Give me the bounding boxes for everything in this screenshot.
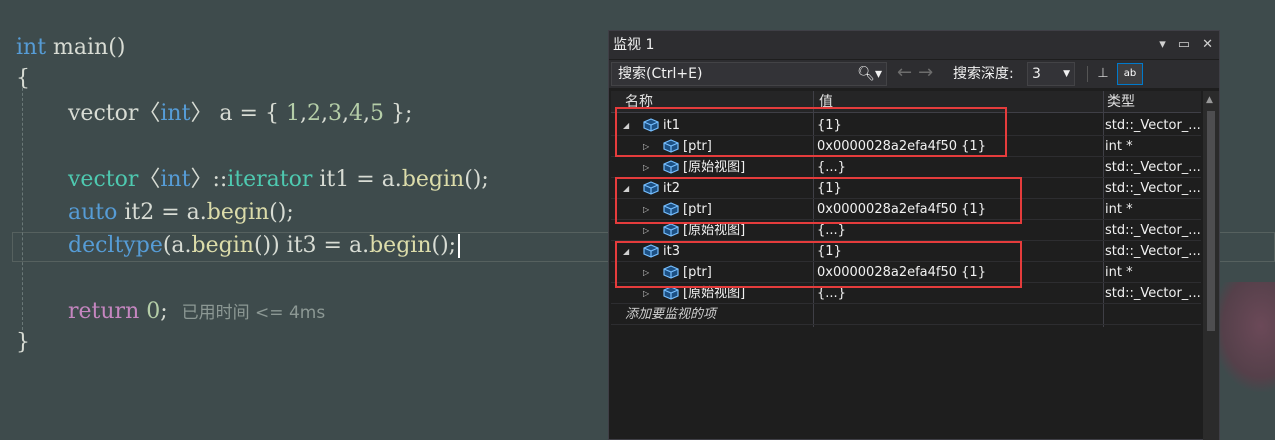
watch-row-type: std::_Vector_... [1105, 181, 1201, 196]
watch-row-type: int * [1105, 139, 1133, 154]
code-line-10[interactable]: } [16, 328, 30, 358]
highlight-box-it1 [615, 107, 1007, 157]
background-mascot-image [1212, 282, 1275, 392]
watch-window-title: 监视 1 [613, 37, 655, 53]
code-line-5[interactable]: vector〈int〉::iterator it1 = a.begin(); [68, 165, 489, 195]
code-line-6[interactable]: auto it2 = a.begin(); [68, 198, 294, 228]
expand-icon[interactable]: ▷ [643, 157, 649, 178]
indent-guide [22, 68, 23, 330]
watch-row-type: int * [1105, 202, 1133, 217]
object-icon [663, 160, 679, 174]
code-line-3[interactable]: vector〈int〉 a = { 1,2,3,4,5 }; [68, 99, 412, 129]
code-line-2[interactable]: { [16, 64, 30, 94]
search-previous-icon[interactable]: ← [897, 62, 918, 83]
search-navigation: ←→ [897, 62, 939, 86]
hexadecimal-display-icon[interactable]: ab [1117, 63, 1143, 85]
vertical-scrollbar[interactable]: ▲ [1203, 91, 1219, 440]
code-line-1[interactable]: int main() [16, 33, 125, 63]
search-depth-select[interactable]: 3 ▼ [1027, 62, 1075, 86]
watch-window[interactable]: 监视 1 ▾ ▭ ✕ 搜索(Ctrl+E) 🔍︎▾ ←→ 搜索深度: 3 ▼ ⊥… [608, 30, 1220, 440]
watch-row-type: std::_Vector_... [1105, 160, 1201, 175]
watch-row-value[interactable]: {...} [817, 157, 846, 178]
maximize-icon[interactable]: ▭ [1178, 31, 1190, 59]
pin-icon[interactable]: ⊥ [1093, 64, 1113, 84]
watch-row-type: std::_Vector_... [1105, 244, 1201, 259]
add-watch-item-label: 添加要监视的项 [625, 307, 717, 322]
add-watch-item-row[interactable]: 添加要监视的项 [611, 304, 1201, 325]
search-depth-label: 搜索深度: [953, 66, 1014, 82]
highlight-box-it2 [615, 177, 1022, 224]
object-icon [663, 286, 679, 300]
scrollbar-thumb[interactable] [1207, 111, 1215, 331]
toolbar-divider [1087, 66, 1088, 82]
watch-row-name: [原始视图] [683, 160, 746, 175]
watch-row-type: std::_Vector_... [1105, 118, 1201, 133]
window-position-dropdown-icon[interactable]: ▾ [1159, 31, 1166, 59]
watch-window-title-bar[interactable]: 监视 1 ▾ ▭ ✕ [609, 31, 1219, 59]
watch-row-type: std::_Vector_... [1105, 223, 1201, 238]
search-icon[interactable]: 🔍︎▾ [857, 63, 882, 85]
chevron-down-icon: ▼ [1063, 69, 1070, 79]
watch-row-type: int * [1105, 265, 1133, 280]
search-depth-value: 3 [1032, 66, 1041, 82]
code-line-9[interactable]: return 0; 已用时间 <= 4ms [68, 297, 325, 327]
search-placeholder: 搜索(Ctrl+E) [618, 66, 703, 82]
text-caret [458, 234, 461, 258]
search-next-icon[interactable]: → [918, 62, 939, 83]
code-line-7[interactable]: decltype(a.begin()) it3 = a.begin(); [68, 231, 461, 261]
column-header-type[interactable]: 类型 [1107, 91, 1135, 113]
elapsed-time-hint: 已用时间 <= 4ms [181, 303, 326, 323]
highlight-box-it3 [615, 241, 1022, 288]
watch-row-type: std::_Vector_... [1105, 286, 1201, 301]
watch-toolbar: 搜索(Ctrl+E) 🔍︎▾ ←→ 搜索深度: 3 ▼ ⊥ ab [609, 60, 1219, 88]
watch-search-input[interactable]: 搜索(Ctrl+E) 🔍︎▾ [611, 62, 887, 86]
watch-row[interactable]: ▷ [原始视图] {...} std::_Vector_... [611, 157, 1201, 178]
close-icon[interactable]: ✕ [1202, 31, 1213, 59]
object-icon [663, 223, 679, 237]
scroll-up-icon[interactable]: ▲ [1206, 95, 1213, 105]
